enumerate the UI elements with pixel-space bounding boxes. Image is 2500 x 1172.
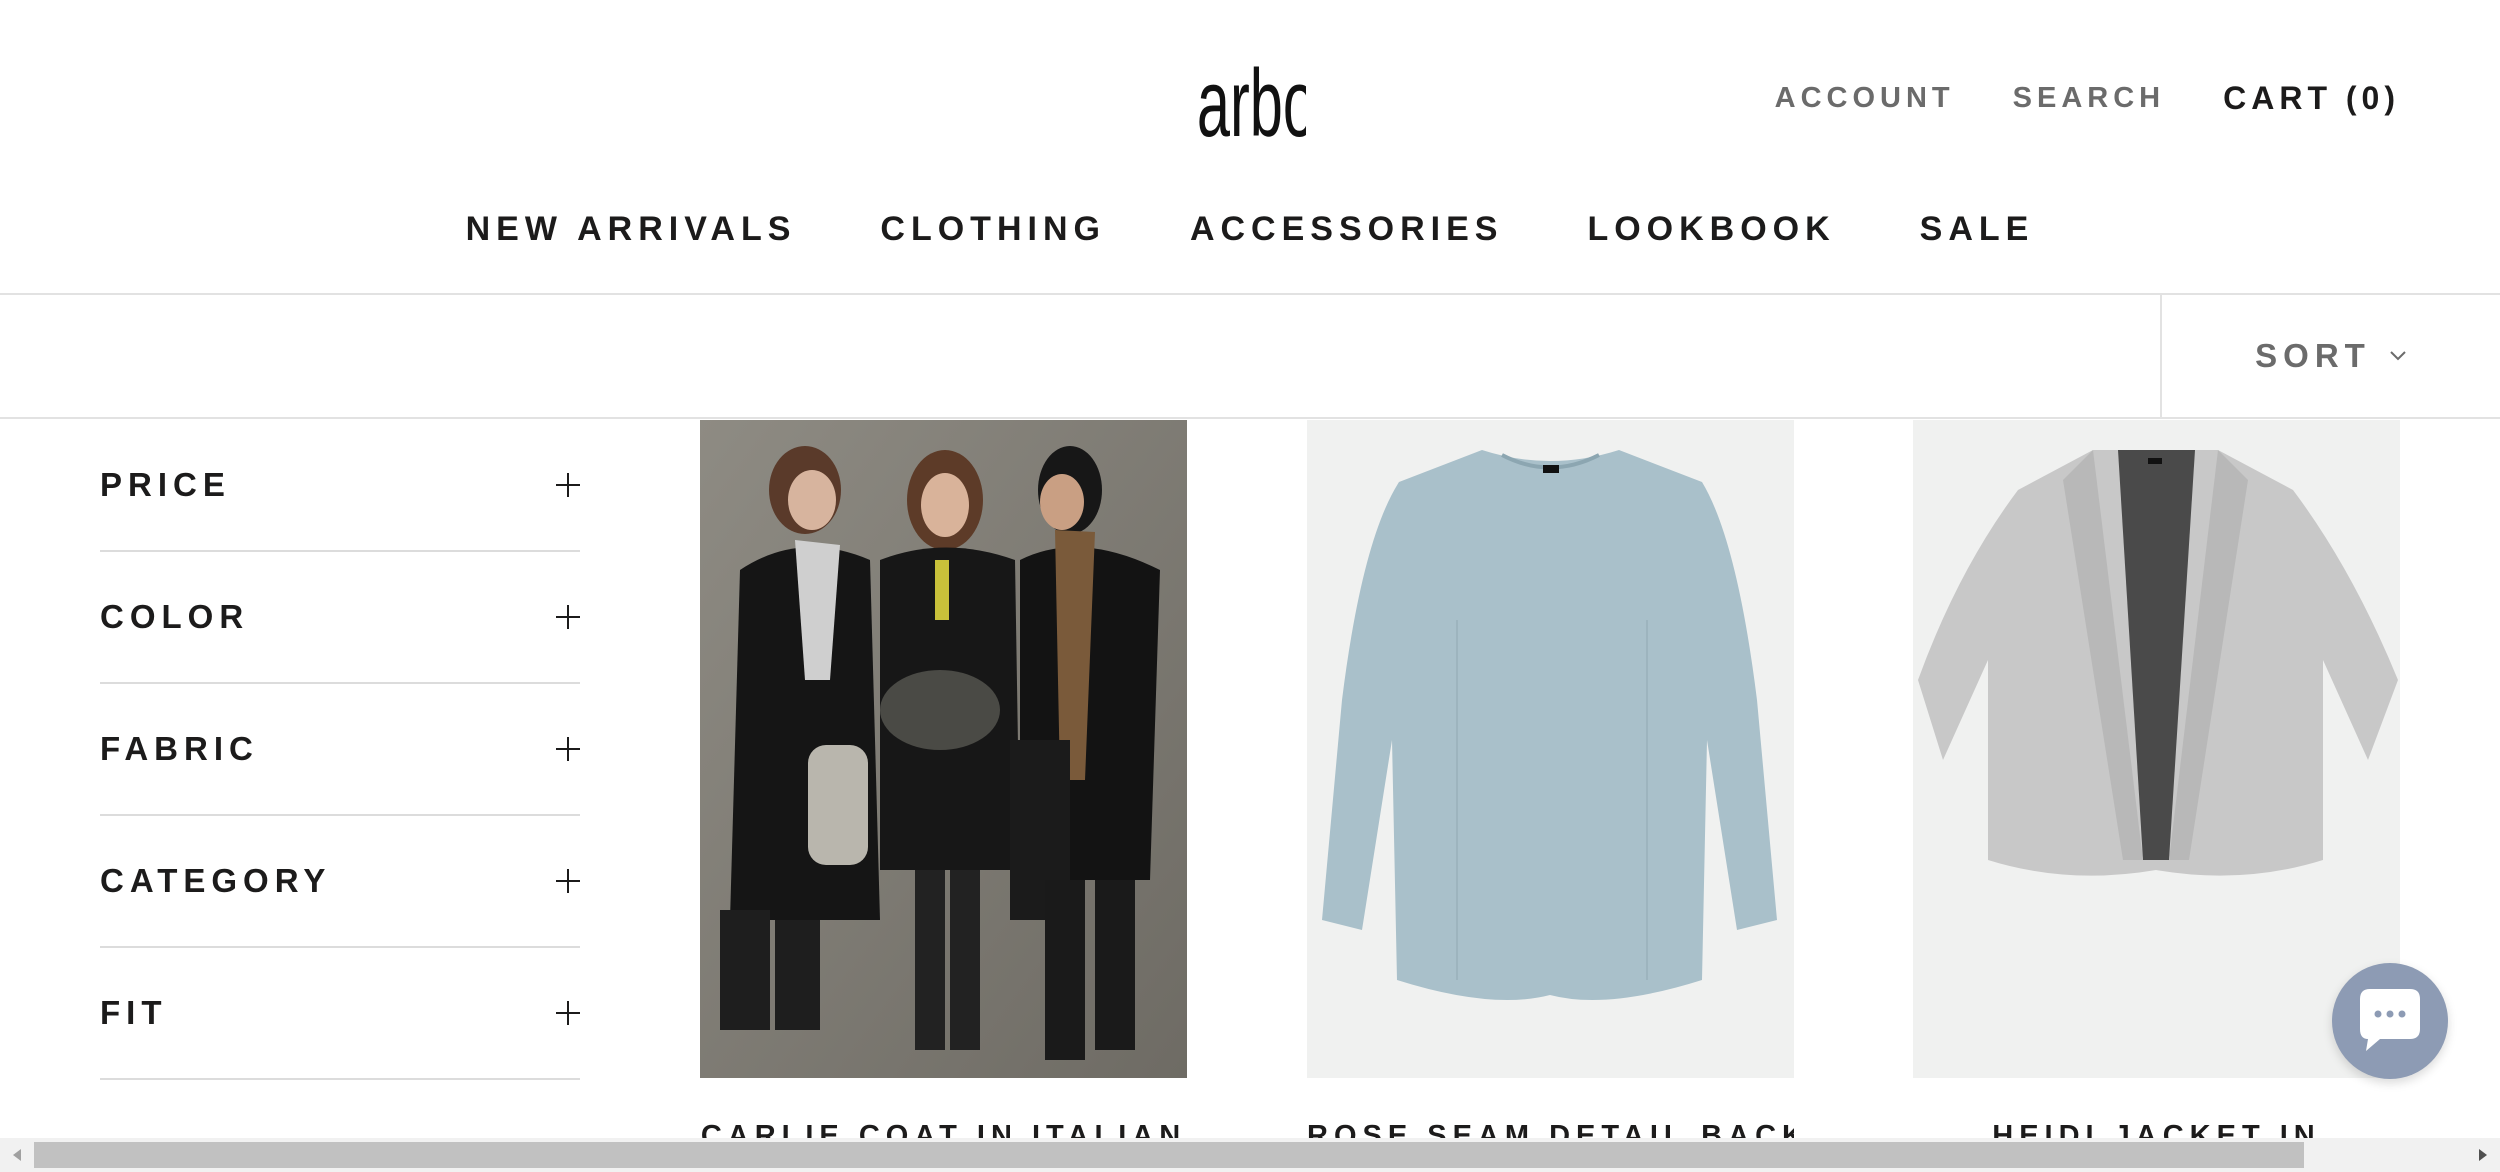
scroll-left-arrow[interactable] <box>0 1138 34 1172</box>
filter-fabric[interactable]: FABRIC <box>100 684 580 816</box>
scrollbar-thumb[interactable] <box>34 1142 2304 1168</box>
plus-icon <box>556 869 580 893</box>
filter-label: CATEGORY <box>100 862 332 899</box>
plus-icon <box>556 605 580 629</box>
product-image[interactable] <box>700 420 1187 1078</box>
nav-item-sale[interactable]: SALE <box>1920 210 2035 249</box>
filter-category[interactable]: CATEGORY <box>100 816 580 948</box>
site-header: jarbo ACCOUNT SEARCH CART (0) NEW ARRIVA… <box>0 0 2500 295</box>
jarbo-logo[interactable]: jarbo <box>1194 48 1306 156</box>
header-links: ACCOUNT SEARCH CART (0) <box>1717 80 2400 117</box>
product-photo-carlie <box>700 420 1187 1078</box>
product-image[interactable] <box>1307 420 1794 1078</box>
account-link[interactable]: ACCOUNT <box>1775 82 1955 115</box>
chat-button[interactable] <box>2332 963 2448 1079</box>
collection-toolbar: SORT <box>0 295 2500 419</box>
sort-button[interactable]: SORT <box>2162 295 2500 417</box>
nav-item-new-arrivals[interactable]: NEW ARRIVALS <box>466 210 797 249</box>
product-card[interactable]: ROSE SEAM DETAIL BACK <box>1307 420 1794 1152</box>
nav-item-lookbook[interactable]: LOOKBOOK <box>1587 210 1835 249</box>
filter-label: COLOR <box>100 598 250 635</box>
product-photo-heidi <box>1913 420 2400 1078</box>
filter-fit[interactable]: FIT <box>100 948 580 1080</box>
product-image[interactable] <box>1913 420 2400 1078</box>
svg-text:jarbo: jarbo <box>1194 49 1306 156</box>
chat-bubble-icon <box>2360 989 2420 1051</box>
nav-item-accessories[interactable]: ACCESSORIES <box>1190 210 1504 249</box>
main-nav: NEW ARRIVALS CLOTHING ACCESSORIES LOOKBO… <box>0 210 2500 249</box>
scroll-right-arrow[interactable] <box>2466 1138 2500 1172</box>
product-card[interactable]: CARLIE COAT IN ITALIAN <box>700 420 1187 1152</box>
plus-icon <box>556 473 580 497</box>
filter-sidebar: PRICE COLOR FABRIC CATEGORY FIT <box>100 420 580 1080</box>
sort-label: SORT <box>2255 337 2371 374</box>
filter-price[interactable]: PRICE <box>100 420 580 552</box>
filter-label: FIT <box>100 994 168 1031</box>
chevron-down-icon <box>2390 351 2406 361</box>
filter-label: PRICE <box>100 466 231 503</box>
nav-item-clothing[interactable]: CLOTHING <box>880 210 1106 249</box>
product-card[interactable]: HEIDI JACKET IN <box>1913 420 2400 1152</box>
plus-icon <box>556 737 580 761</box>
horizontal-scrollbar[interactable] <box>0 1138 2500 1172</box>
plus-icon <box>556 1001 580 1025</box>
filter-label: FABRIC <box>100 730 259 767</box>
filter-color[interactable]: COLOR <box>100 552 580 684</box>
product-photo-rose <box>1307 420 1794 1078</box>
search-link[interactable]: SEARCH <box>2013 82 2165 115</box>
cart-link[interactable]: CART (0) <box>2223 80 2400 117</box>
